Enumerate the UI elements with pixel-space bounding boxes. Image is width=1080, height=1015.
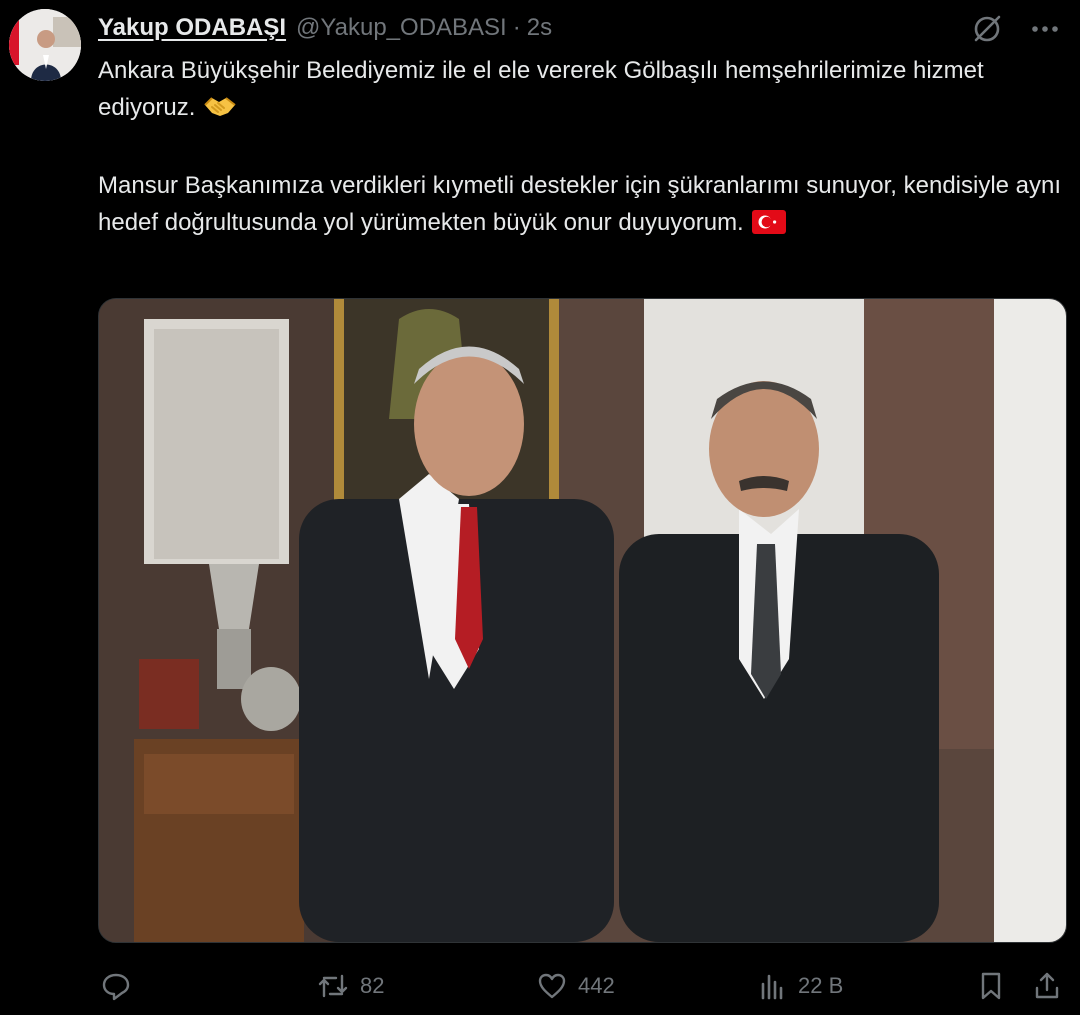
bookmark-icon [976, 970, 1006, 1002]
tweet-paragraph-2-text: Mansur Başkanımıza verdikleri kıymetli d… [98, 172, 1062, 236]
tweet-paragraph-1: Ankara Büyükşehir Belediyemiz ile el ele… [98, 52, 1068, 130]
share-button[interactable] [1032, 970, 1062, 1002]
share-icon [1032, 970, 1062, 1002]
separator-dot: · [512, 14, 521, 41]
heart-icon [536, 970, 568, 1002]
reply-icon [100, 970, 132, 1002]
action-bar: 82 442 22 B [98, 966, 1068, 1006]
retweet-icon [316, 970, 350, 1002]
views-count: 22 B [798, 973, 844, 998]
avatar-image [9, 9, 81, 81]
turkey-flag-emoji [751, 208, 786, 245]
tweet-photo[interactable] [98, 298, 1067, 943]
user-handle[interactable]: @Yakup_ODABASI [296, 14, 507, 42]
timestamp[interactable]: 2s [527, 14, 552, 42]
like-count: 442 [578, 973, 615, 998]
grok-icon[interactable] [970, 12, 1004, 53]
photo-scene [99, 299, 1066, 942]
retweet-button[interactable]: 82 [316, 970, 384, 1002]
more-icon[interactable] [1030, 14, 1060, 51]
bookmark-button[interactable] [976, 970, 1006, 1002]
handshake-emoji [203, 93, 237, 130]
views-button[interactable]: 22 B [758, 970, 843, 1002]
display-name[interactable]: Yakup ODABAŞI [98, 14, 286, 42]
tweet-paragraph-2: Mansur Başkanımıza verdikleri kıymetli d… [98, 167, 1068, 245]
views-icon [758, 970, 788, 1002]
tweet-text: Ankara Büyükşehir Belediyemiz ile el ele… [98, 52, 1068, 245]
reply-button[interactable] [100, 970, 142, 1002]
avatar[interactable] [9, 9, 81, 81]
retweet-count: 82 [360, 973, 385, 998]
like-button[interactable]: 442 [536, 970, 615, 1002]
tweet-header: Yakup ODABAŞI @Yakup_ODABASI · 2s [98, 12, 1060, 44]
